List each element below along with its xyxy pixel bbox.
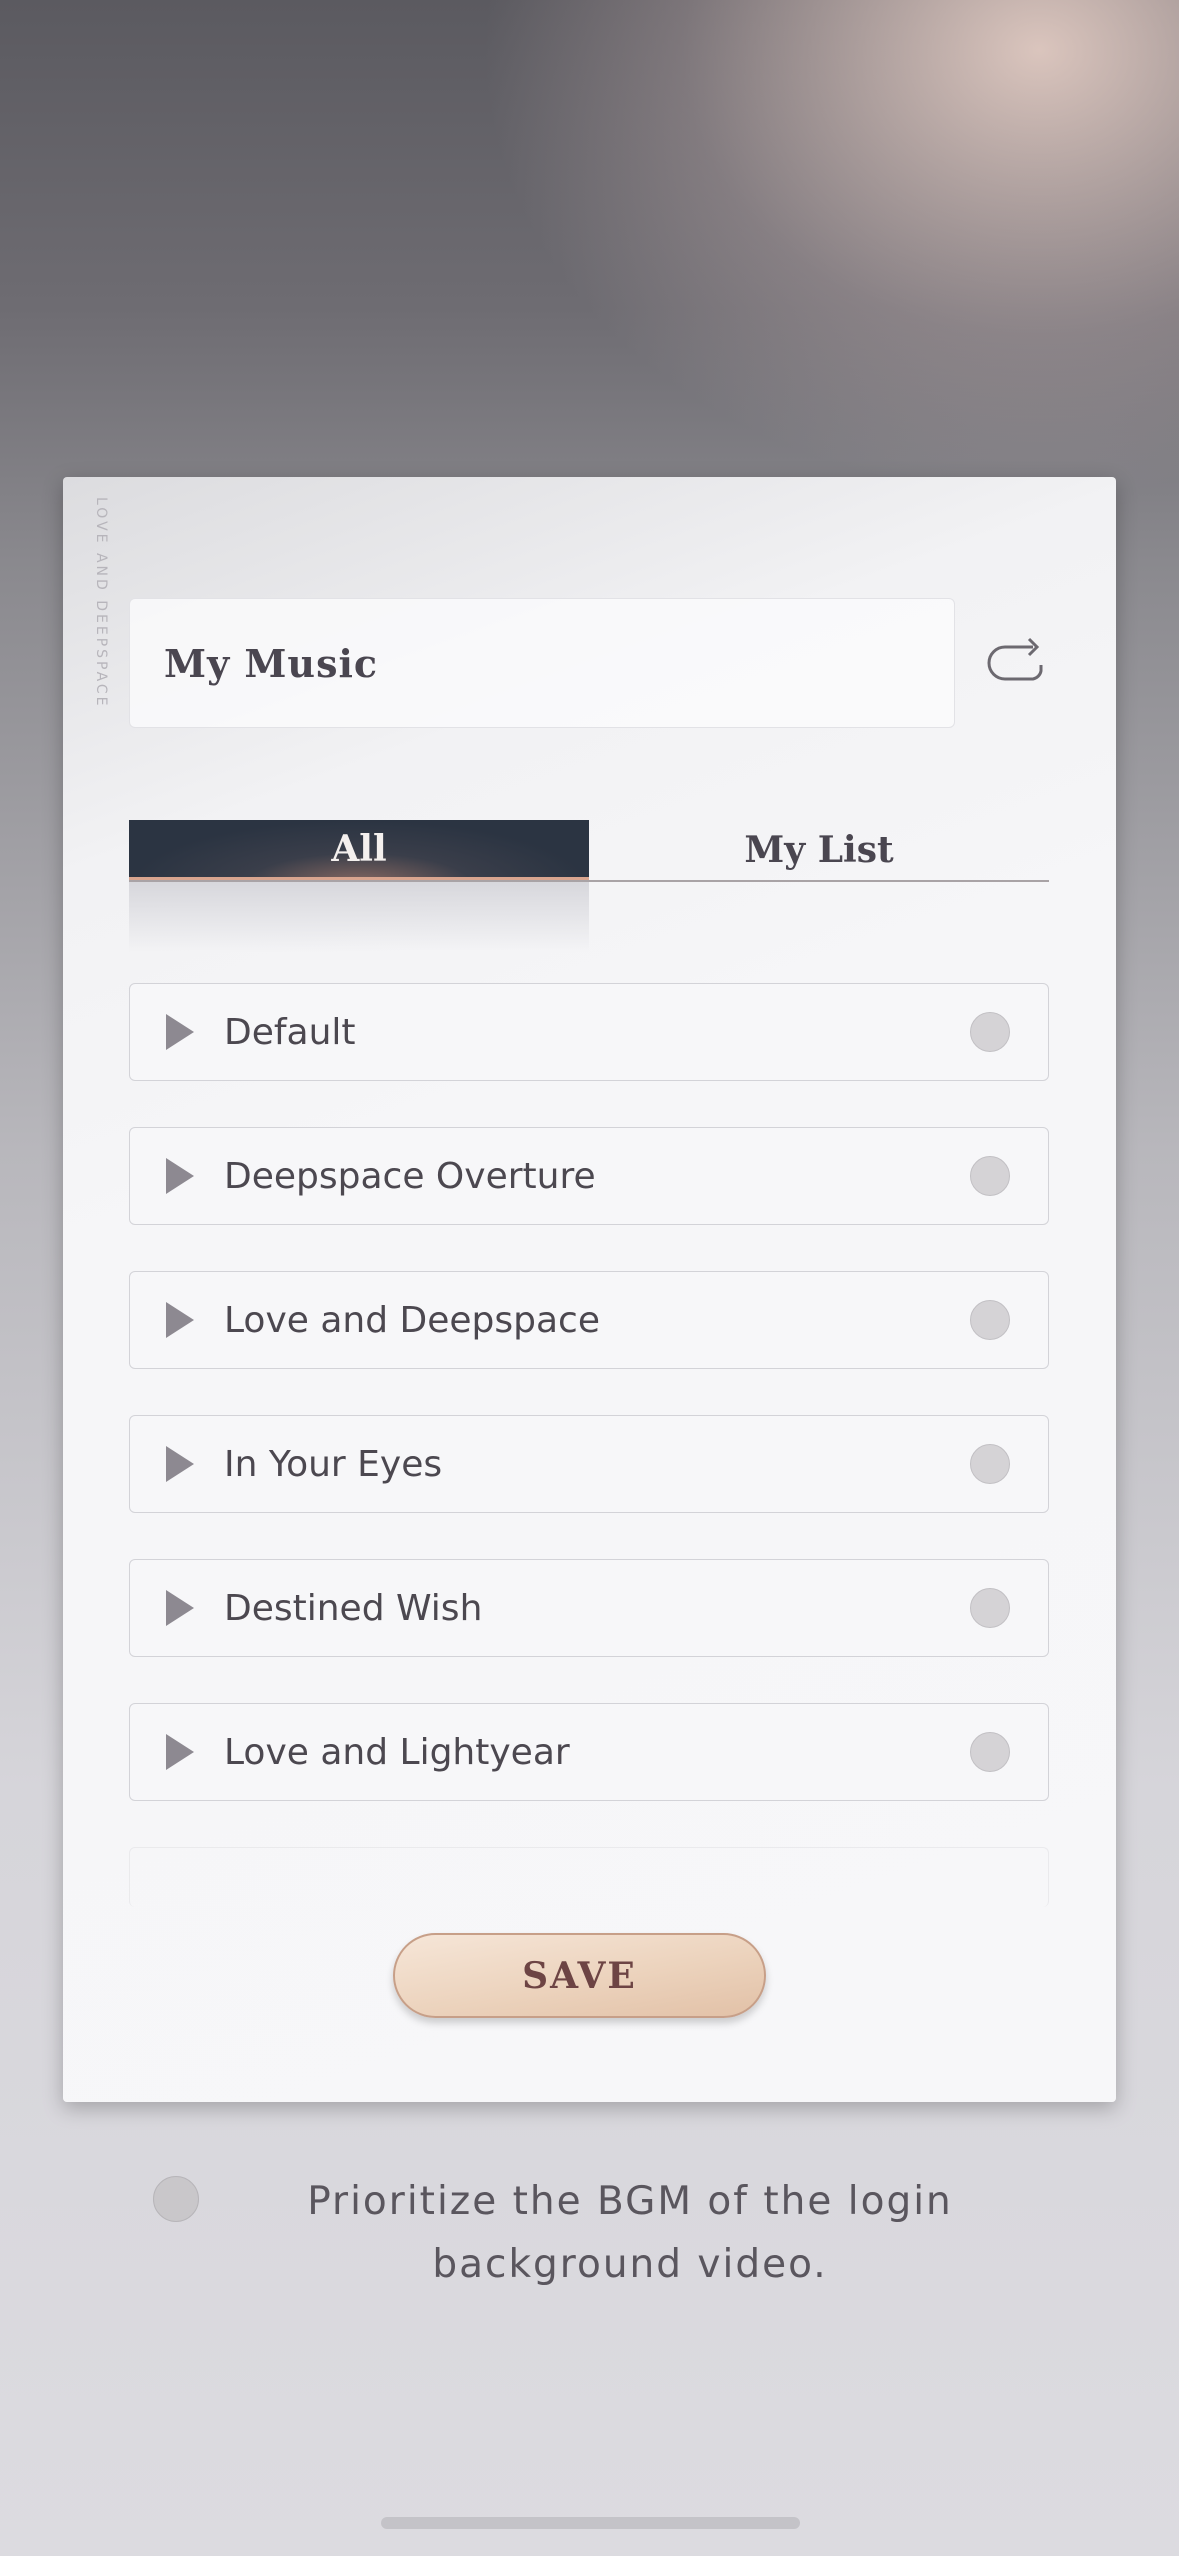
music-panel: LOVE AND DEEPSPACE My Music All My List … — [63, 477, 1116, 2102]
track-label: Love and Deepspace — [224, 1299, 600, 1341]
track-row[interactable]: Love and Deepspace — [129, 1271, 1049, 1369]
track-row[interactable]: Default — [129, 983, 1049, 1081]
play-icon[interactable] — [166, 1446, 194, 1482]
play-icon[interactable] — [166, 1158, 194, 1194]
refresh-icon[interactable] — [977, 625, 1057, 705]
track-label: Love and Lightyear — [224, 1731, 570, 1773]
track-label: Destined Wish — [224, 1587, 483, 1629]
prioritize-bgm-radio[interactable] — [153, 2176, 199, 2222]
tab-shadow — [129, 882, 589, 952]
play-icon[interactable] — [166, 1734, 194, 1770]
tab-bar: All My List — [129, 820, 1049, 882]
tab-all[interactable]: All — [129, 820, 589, 880]
select-radio[interactable] — [970, 1732, 1010, 1772]
track-row[interactable]: Love and Lightyear — [129, 1703, 1049, 1801]
background-glow — [479, 0, 1179, 500]
track-row[interactable]: Destined Wish — [129, 1559, 1049, 1657]
title-box: My Music — [129, 598, 955, 728]
page-title: My Music — [164, 640, 379, 686]
select-radio[interactable] — [970, 1300, 1010, 1340]
track-label: Deepspace Overture — [224, 1155, 596, 1197]
save-button[interactable]: SAVE — [393, 1933, 766, 2018]
select-radio[interactable] — [970, 1012, 1010, 1052]
track-row-partial — [129, 1847, 1049, 1907]
track-row[interactable]: In Your Eyes — [129, 1415, 1049, 1513]
watermark-text: LOVE AND DEEPSPACE — [93, 497, 109, 709]
select-radio[interactable] — [970, 1588, 1010, 1628]
play-icon[interactable] — [166, 1302, 194, 1338]
track-row[interactable]: Deepspace Overture — [129, 1127, 1049, 1225]
prioritize-bgm-label: Prioritize the BGM of the login backgrou… — [307, 2179, 953, 2287]
play-icon[interactable] — [166, 1590, 194, 1626]
tab-my-list[interactable]: My List — [589, 820, 1049, 880]
select-radio[interactable] — [970, 1444, 1010, 1484]
home-indicator — [381, 2517, 800, 2529]
play-icon[interactable] — [166, 1014, 194, 1050]
track-label: Default — [224, 1011, 356, 1053]
track-label: In Your Eyes — [224, 1443, 443, 1485]
select-radio[interactable] — [970, 1156, 1010, 1196]
